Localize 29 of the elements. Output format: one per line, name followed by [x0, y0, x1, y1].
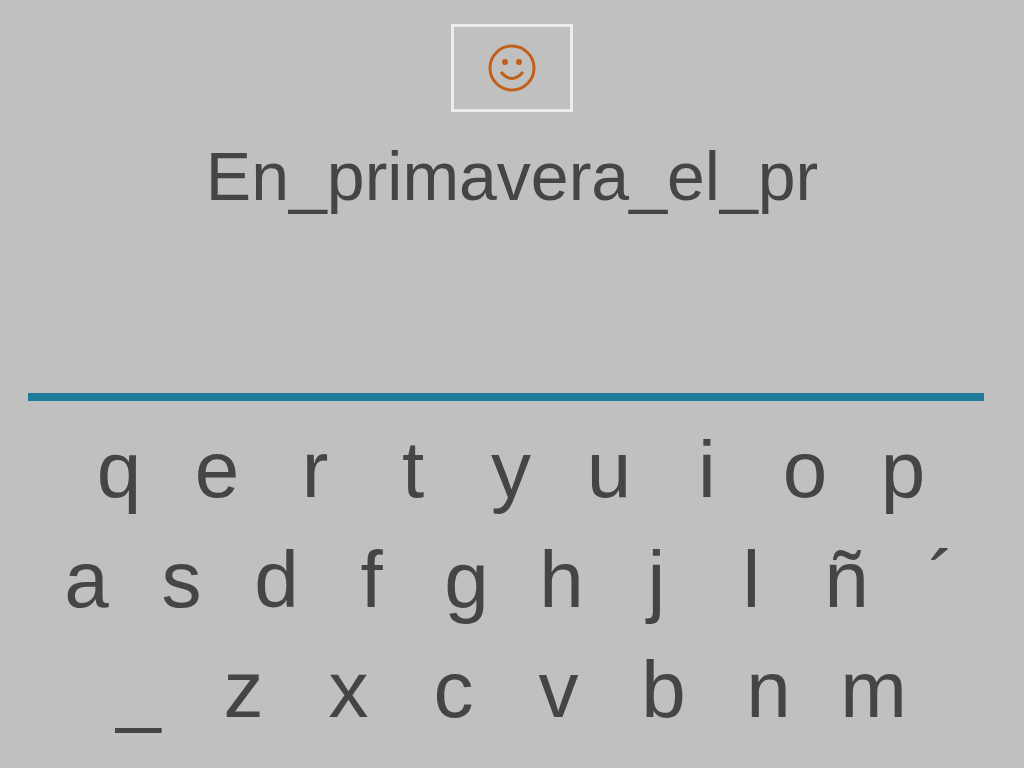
smiley-icon — [487, 43, 537, 93]
letter-key[interactable]: f — [324, 525, 419, 635]
letter-key[interactable]: r — [266, 415, 364, 525]
letter-key[interactable]: m — [821, 635, 926, 745]
letter-key[interactable]: u — [560, 415, 658, 525]
letter-key[interactable]: o — [756, 415, 854, 525]
letter-key[interactable]: p — [854, 415, 952, 525]
letter-key[interactable]: g — [419, 525, 514, 635]
letter-key[interactable]: _ — [86, 635, 191, 745]
letter-key[interactable]: ´ — [894, 525, 989, 635]
letter-key[interactable]: y — [462, 415, 560, 525]
letter-key[interactable]: e — [168, 415, 266, 525]
letter-key[interactable]: t — [364, 415, 462, 525]
letter-key[interactable]: i — [658, 415, 756, 525]
letter-key[interactable]: v — [506, 635, 611, 745]
letter-key[interactable]: a — [39, 525, 134, 635]
letter-key[interactable]: j — [609, 525, 704, 635]
letter-key[interactable]: b — [611, 635, 716, 745]
letter-key[interactable]: s — [134, 525, 229, 635]
letter-key[interactable]: n — [716, 635, 821, 745]
letter-key[interactable]: z — [191, 635, 296, 745]
letter-key[interactable]: q — [70, 415, 168, 525]
letter-key[interactable]: c — [401, 635, 506, 745]
letter-key[interactable]: l — [704, 525, 799, 635]
hint-button[interactable] — [451, 24, 573, 112]
letter-key[interactable]: x — [296, 635, 401, 745]
letter-key[interactable]: d — [229, 525, 324, 635]
letter-key[interactable]: ñ — [799, 525, 894, 635]
letter-key[interactable]: h — [514, 525, 609, 635]
